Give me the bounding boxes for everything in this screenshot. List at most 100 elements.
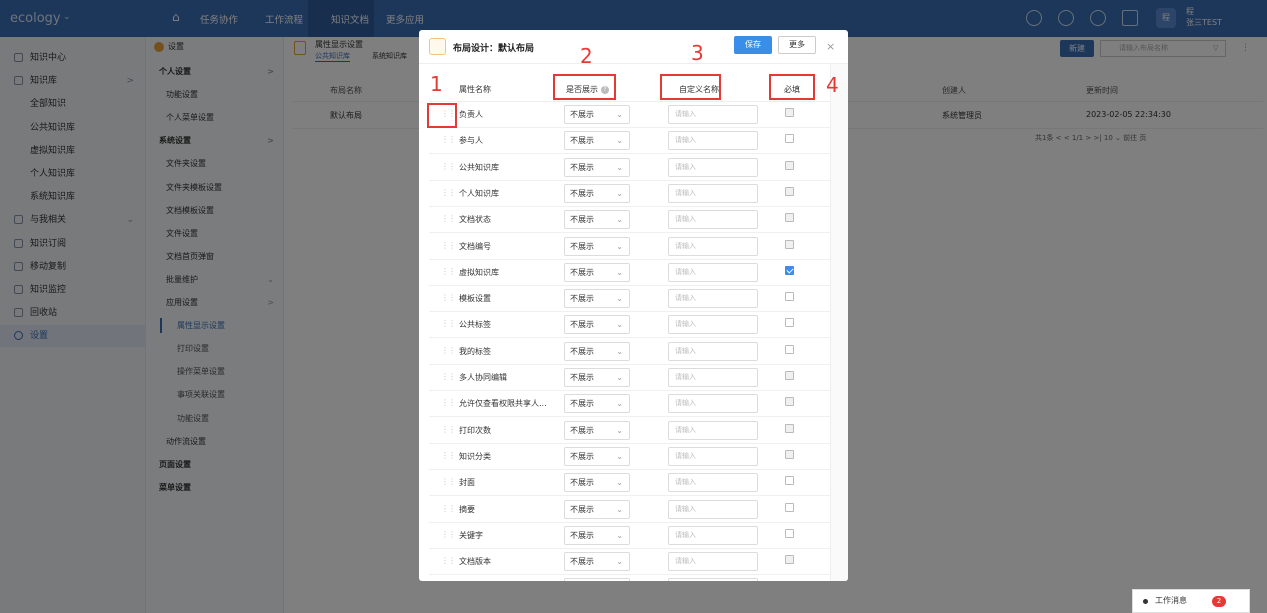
required-checkbox[interactable] [785,555,794,565]
scrollbar[interactable] [830,64,848,581]
property-row: ⋮⋮ 关键字 不展示 ⌄ 请输入 [429,523,830,549]
show-select-value: 不展示 [570,557,594,567]
drag-handle-icon[interactable]: ⋮⋮ [441,319,456,328]
show-select[interactable]: 不展示⌄ [564,315,630,335]
required-checkbox[interactable] [785,239,794,249]
show-select[interactable]: 不展示⌄ [564,105,630,124]
show-select[interactable]: 不展示⌄ [564,157,630,177]
property-name: 知识分类 [459,451,491,461]
custom-name-input[interactable]: 请输入 [668,131,758,151]
drag-handle-icon[interactable]: ⋮⋮ [441,267,456,276]
more-button[interactable]: 更多 [778,36,816,54]
drag-handle-icon[interactable]: ⋮⋮ [441,372,456,381]
drag-handle-icon[interactable]: ⋮⋮ [441,504,456,513]
custom-name-input[interactable]: 请输入 [668,578,758,581]
show-select[interactable]: 不展示⌄ [564,394,630,414]
property-name: 摘要 [459,504,475,514]
property-name: 封面 [459,478,475,488]
required-checkbox[interactable] [785,528,794,538]
chevron-down-icon: ⌄ [616,241,623,251]
required-checkbox[interactable] [785,160,794,170]
required-checkbox[interactable] [785,371,794,380]
show-select[interactable]: 不展示⌄ [564,341,630,361]
show-select[interactable]: 不展示 ⌄ [564,183,630,203]
save-button[interactable]: 保存 [734,36,772,54]
custom-name-input[interactable]: 请输入 [668,315,758,335]
custom-name-input[interactable]: 请输入 [668,236,758,256]
show-select[interactable]: 不展示⌄ [564,289,630,309]
custom-name-input[interactable]: 请输入 [668,210,758,230]
custom-name-input[interactable]: 请输入 [668,420,758,440]
property-row: ⋮⋮ 公共知识库 不展示 ⌄ 请输入 [429,155,830,181]
chevron-down-icon: ⌄ [616,136,623,146]
property-name: 文档编号 [459,241,491,251]
drag-handle-icon[interactable]: ⋮⋮ [441,477,456,486]
show-select[interactable]: 不展示⌄ [564,499,630,519]
show-select[interactable]: 不展示⌄ [564,368,630,387]
property-name: 文档状态 [459,215,491,225]
drag-handle-icon[interactable]: ⋮⋮ [441,346,456,355]
required-checkbox[interactable] [785,449,794,459]
custom-name-input[interactable]: 请输入 [668,183,758,203]
property-row: ⋮⋮ 文档编号 不展示 ⌄ 请输入 [429,234,830,260]
custom-name-input[interactable]: 请输入 [668,157,758,177]
required-checkbox[interactable] [785,186,794,196]
required-checkbox[interactable] [785,213,794,223]
custom-name-input[interactable]: 请输入 [668,499,758,519]
drag-handle-icon[interactable]: ⋮⋮ [441,425,456,434]
chevron-down-icon: ⌄ [616,110,623,119]
show-select[interactable]: 不展示⌄ [564,578,630,581]
drag-handle-icon[interactable]: ⋮⋮ [441,530,456,539]
required-checkbox[interactable] [785,502,794,512]
drag-handle-icon[interactable]: ⋮⋮ [441,241,456,250]
property-row: ⋮⋮ 打印次数 不展示 ⌄ 请输入 [429,418,830,444]
custom-name-input[interactable]: 请输入 [668,105,758,124]
show-select[interactable]: 不展示⌄ [564,262,630,282]
property-row: ⋮⋮ 允许仅查看权限共享人... 不展示 ⌄ 请输入 [429,391,830,418]
drag-handle-icon[interactable]: ⋮⋮ [441,398,456,407]
custom-name-input[interactable]: 请输入 [668,525,758,545]
custom-name-input[interactable]: 请输入 [668,473,758,493]
required-checkbox[interactable] [785,476,794,486]
required-checkbox[interactable] [785,397,794,407]
show-select[interactable]: 不展示⌄ [564,446,630,466]
custom-name-input[interactable]: 请输入 [668,289,758,309]
custom-name-input[interactable]: 请输入 [668,262,758,282]
custom-name-input[interactable]: 请输入 [668,394,758,414]
required-checkbox[interactable] [785,134,794,144]
drag-handle-icon[interactable]: ⋮⋮ [441,293,456,302]
drag-handle-icon[interactable]: ⋮⋮ [441,162,456,171]
show-select[interactable]: 不展示⌄ [564,525,630,545]
required-checkbox[interactable] [785,423,794,433]
show-select[interactable]: 不展示⌄ [564,552,630,572]
required-checkbox[interactable] [785,265,794,275]
show-select[interactable]: 不展示⌄ [564,210,630,230]
custom-name-input[interactable]: 请输入 [668,341,758,361]
property-row: ⋮⋮ 负责人 不展示 ⌄ 请输入 [429,102,830,128]
chevron-down-icon: ⌄ [616,399,623,409]
required-checkbox[interactable] [785,344,794,354]
show-select[interactable]: 不展示⌄ [564,420,630,440]
show-select[interactable]: 不展示⌄ [564,473,630,493]
chevron-down-icon: ⌄ [616,425,623,435]
drag-handle-icon[interactable]: ⋮⋮ [441,451,456,460]
custom-name-input[interactable]: 请输入 [668,446,758,466]
custom-name-input[interactable]: 请输入 [668,552,758,572]
work-message-button[interactable]: 工作消息 2 [1132,589,1250,613]
show-select[interactable]: 不展示⌄ [564,131,630,151]
message-label: 工作消息 [1155,596,1187,605]
custom-name-input[interactable]: 请输入 [668,368,758,387]
close-icon[interactable]: × [826,40,835,53]
drag-handle-icon[interactable]: ⋮⋮ [441,556,456,565]
required-checkbox[interactable] [785,292,794,302]
drag-handle-icon[interactable]: ⋮⋮ [441,135,456,144]
annotation-box-4 [769,74,815,100]
show-select-value: 不展示 [570,504,594,514]
drag-handle-icon[interactable]: ⋮⋮ [441,214,456,223]
required-checkbox[interactable] [785,318,794,328]
show-select[interactable]: 不展示⌄ [564,236,630,256]
drag-handle-icon[interactable]: ⋮⋮ [441,188,456,197]
required-checkbox[interactable] [785,108,794,117]
chevron-down-icon: ⌄ [616,188,623,198]
show-select-value: 不展示 [570,188,594,198]
